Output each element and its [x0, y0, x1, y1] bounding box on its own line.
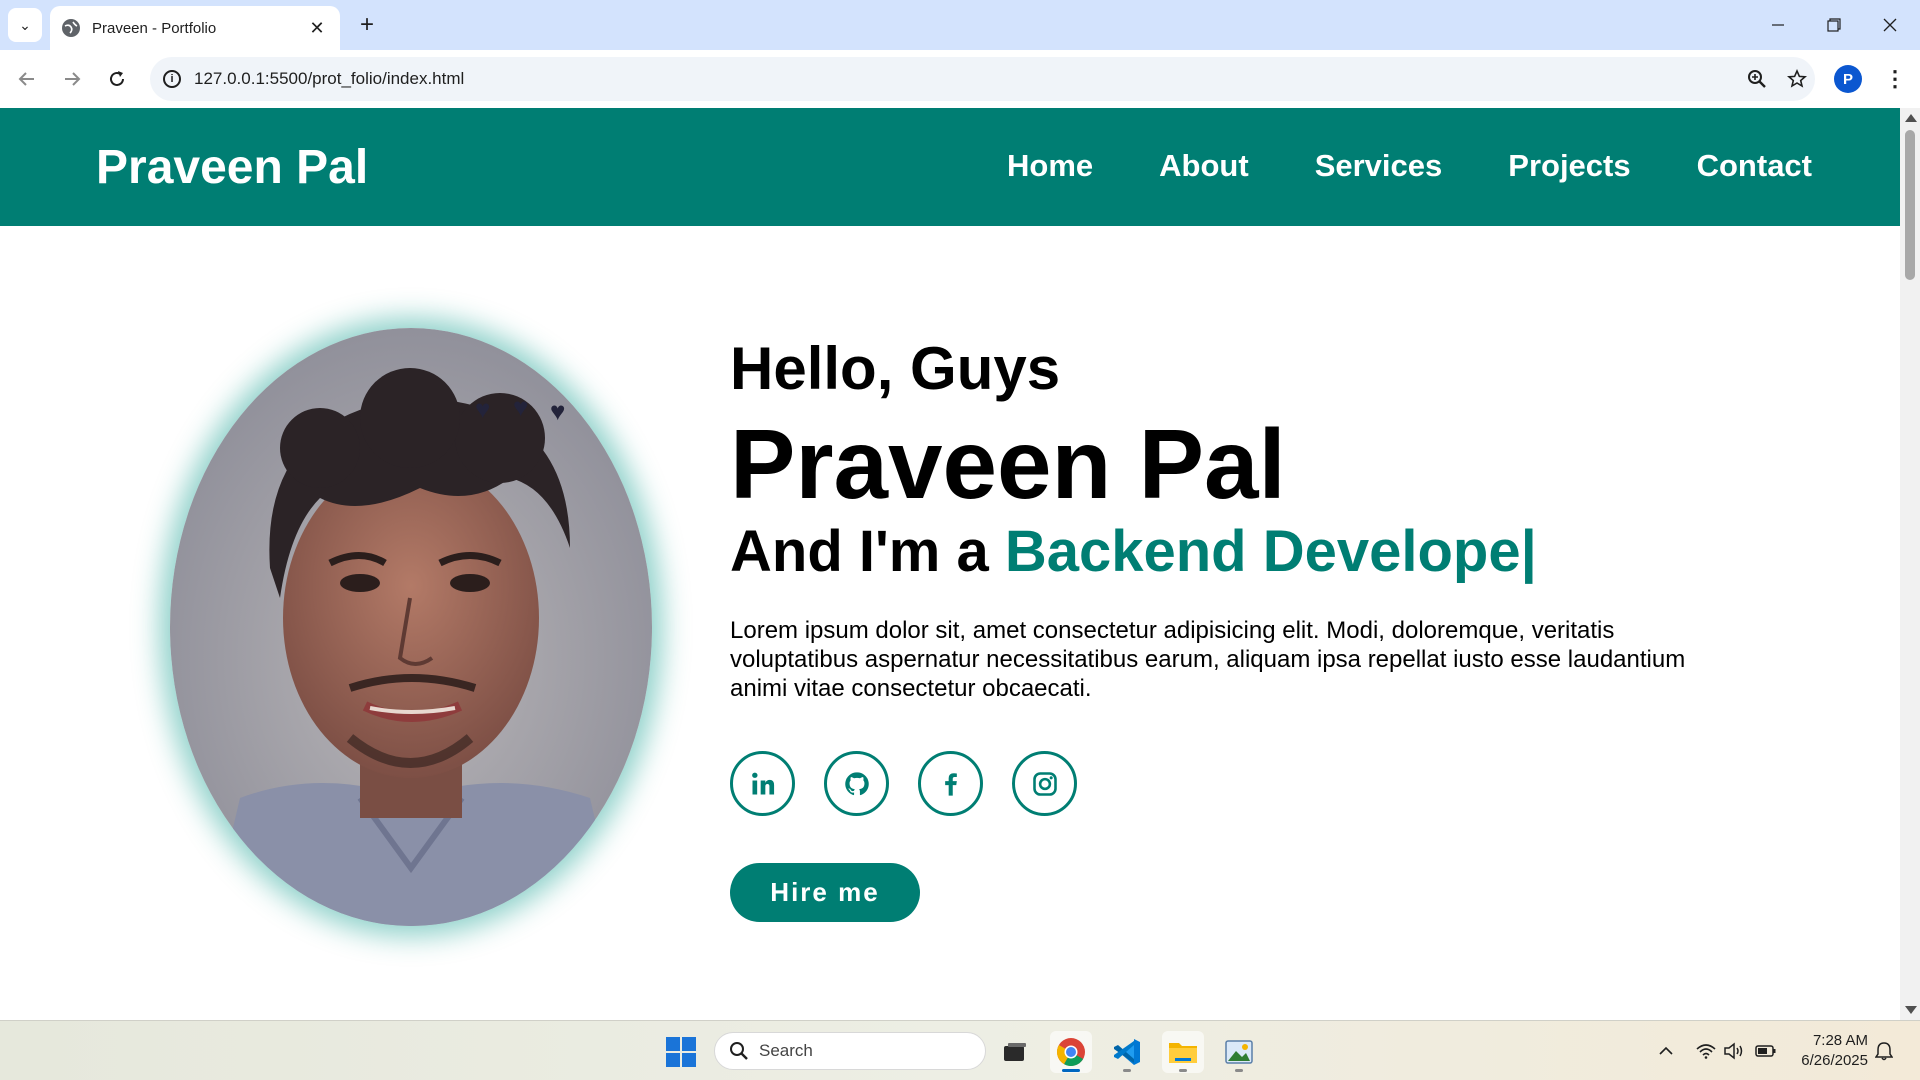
nav-projects[interactable]: Projects — [1508, 148, 1630, 184]
reload-icon[interactable] — [98, 60, 136, 98]
nav-services[interactable]: Services — [1315, 148, 1443, 184]
forward-arrow-icon[interactable] — [53, 60, 91, 98]
hero-name: Praveen Pal — [730, 409, 1286, 519]
more-menu-icon[interactable]: ⋮ — [1880, 62, 1910, 96]
globe-icon — [62, 19, 80, 37]
main-nav: Home About Services Projects Contact — [1007, 148, 1812, 184]
tab-close-icon[interactable]: ✕ — [306, 18, 328, 39]
github-icon[interactable] — [824, 751, 889, 816]
scroll-down-icon[interactable] — [1905, 1006, 1917, 1014]
bookmark-star-icon[interactable] — [1782, 64, 1812, 94]
linkedin-icon[interactable] — [730, 751, 795, 816]
tab-search-button[interactable]: ⌄ — [8, 8, 42, 42]
role-typed-text: Backend Develope| — [1004, 519, 1537, 584]
role-prefix: And I'm a — [730, 519, 1005, 584]
hero-description: Lorem ipsum dolor sit, amet consectetur … — [730, 617, 1686, 702]
facebook-icon[interactable] — [918, 751, 983, 816]
nav-home[interactable]: Home — [1007, 148, 1093, 184]
windows-taskbar: Search 7:28 AM 6/26/2025 — [0, 1020, 1920, 1080]
profile-photo: ♥ ♥ ♥ — [170, 328, 652, 926]
svg-text:♥: ♥ — [550, 396, 565, 426]
site-header: Praveen Pal Home About Services Projects… — [0, 108, 1900, 226]
page-scrollbar[interactable] — [1900, 108, 1920, 1020]
instagram-icon[interactable] — [1012, 751, 1077, 816]
volume-icon[interactable] — [1722, 1039, 1746, 1063]
chevron-down-icon: ⌄ — [19, 16, 31, 33]
battery-icon[interactable] — [1754, 1039, 1778, 1063]
url-text[interactable]: 127.0.0.1:5500/prot_folio/index.html — [194, 69, 464, 89]
nav-about[interactable]: About — [1159, 148, 1249, 184]
browser-tab[interactable]: Praveen - Portfolio ✕ — [50, 6, 340, 50]
social-links — [730, 751, 1077, 816]
page-viewport: Praveen Pal Home About Services Projects… — [0, 108, 1900, 1020]
system-clock[interactable]: 7:28 AM 6/26/2025 — [1790, 1031, 1868, 1071]
clock-date: 6/26/2025 — [1801, 1052, 1868, 1069]
scroll-thumb[interactable] — [1905, 130, 1915, 280]
profile-avatar[interactable]: P — [1834, 65, 1862, 93]
task-view-icon[interactable] — [994, 1031, 1036, 1073]
nav-contact[interactable]: Contact — [1697, 148, 1812, 184]
site-info-icon[interactable]: i — [150, 57, 194, 101]
clock-time: 7:28 AM — [1812, 1032, 1868, 1049]
file-explorer-icon[interactable] — [1162, 1031, 1204, 1073]
zoom-icon[interactable] — [1742, 64, 1772, 94]
svg-text:♥: ♥ — [513, 392, 528, 422]
site-logo[interactable]: Praveen Pal — [96, 140, 368, 195]
restore-icon[interactable] — [1806, 0, 1862, 50]
windows-start-icon[interactable] — [666, 1037, 696, 1067]
back-arrow-icon[interactable] — [8, 60, 46, 98]
chevron-up-icon[interactable] — [1654, 1039, 1678, 1063]
notification-bell-icon[interactable] — [1872, 1039, 1896, 1063]
greeting-heading: Hello, Guys — [730, 335, 1061, 402]
browser-tab-bar: ⌄ Praveen - Portfolio ✕ + — [0, 0, 1920, 50]
new-tab-button[interactable]: + — [352, 10, 382, 40]
wifi-icon[interactable] — [1694, 1039, 1718, 1063]
tab-title: Praveen - Portfolio — [92, 19, 217, 37]
svg-text:♥: ♥ — [475, 394, 490, 424]
close-window-icon[interactable] — [1862, 0, 1918, 50]
address-bar[interactable]: i 127.0.0.1:5500/prot_folio/index.html — [150, 57, 1815, 101]
taskbar-search[interactable]: Search — [714, 1032, 986, 1070]
role-heading: And I'm a Backend Develope| — [730, 518, 1537, 585]
browser-toolbar: i 127.0.0.1:5500/prot_folio/index.html P… — [0, 50, 1920, 108]
taskbar-search-label: Search — [759, 1041, 813, 1060]
hire-me-button[interactable]: Hire me — [730, 863, 920, 922]
photos-icon[interactable] — [1218, 1031, 1260, 1073]
chrome-icon[interactable] — [1050, 1031, 1092, 1073]
minimize-icon[interactable] — [1750, 0, 1806, 50]
vscode-icon[interactable] — [1106, 1031, 1148, 1073]
search-icon — [730, 1042, 748, 1060]
scroll-up-icon[interactable] — [1905, 114, 1917, 122]
